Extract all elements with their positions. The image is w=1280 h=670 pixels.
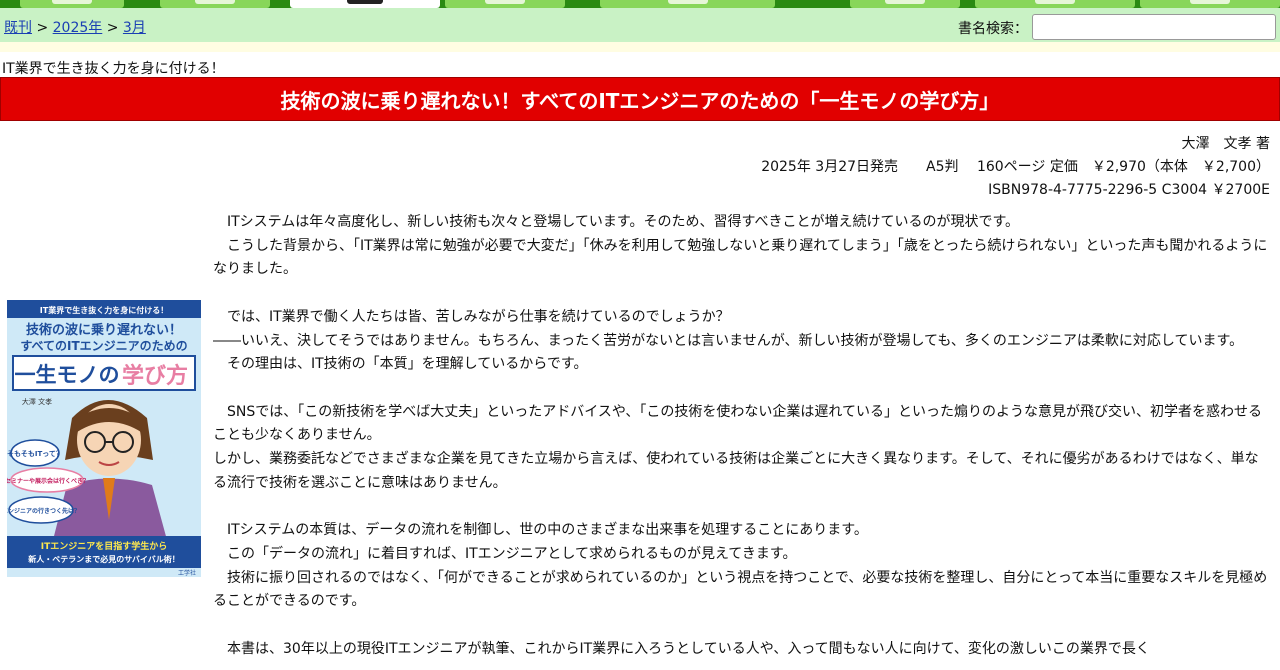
top-tab-bar	[0, 0, 1280, 8]
breadcrumb: 既刊 > 2025年 > 3月	[4, 17, 146, 37]
breadcrumb-separator: >	[32, 20, 53, 36]
sub-navigation-bar: 既刊 > 2025年 > 3月 書名検索：	[0, 8, 1280, 42]
cover-bubble3: エンジニアの行きつく先は？	[7, 507, 80, 515]
nav-tab[interactable]	[1140, 0, 1280, 8]
cover-author: 大澤 文孝	[22, 397, 52, 406]
description-paragraph: こうした背景から、「IT業界は常に勉強が必要で大変だ」「休みを利用して勉強しない…	[213, 237, 1268, 278]
description-paragraph: しかし、業務委託などでさまざまな企業を見てきた立場から言えば、使われている技術は…	[213, 451, 1259, 491]
nav-tab[interactable]	[600, 0, 775, 8]
book-tagline: IT業界で生き抜く力を身に付ける！	[2, 61, 225, 77]
description-blank-line	[213, 495, 1271, 519]
breadcrumb-link-year[interactable]: 2025年	[53, 20, 103, 36]
book-search-input[interactable]	[1032, 14, 1276, 40]
description-paragraph: その理由は、IT技術の「本質」を理解しているからです。	[213, 356, 588, 373]
breadcrumb-link-back-catalog[interactable]: 既刊	[4, 20, 32, 36]
breadcrumb-link-month[interactable]: 3月	[123, 20, 146, 36]
header-divider	[0, 42, 1280, 52]
nav-tab[interactable]	[160, 0, 270, 8]
description-paragraph: では、IT業界で働く人たちは皆、苦しみながら仕事を続けているのでしょうか？	[213, 308, 730, 325]
description-blank-line	[213, 377, 1271, 401]
book-publication-info: 2025年 3月27日発売 A5判 160ページ 定価 ￥2,970（本体 ￥2…	[761, 159, 1270, 175]
book-author: 大澤 文孝 著	[1181, 136, 1270, 152]
description-paragraph: 本書は、30年以上の現役ITエンジニアが執筆、これからIT業界に入ろうとしている…	[213, 640, 1150, 657]
cover-title-line2: すべてのITエンジニアのための	[20, 339, 187, 353]
book-title-banner: 技術の波に乗り遅れない！すべてのITエンジニアのための「一生モノの学び方」	[0, 77, 1280, 121]
nav-tab-active[interactable]	[290, 0, 440, 8]
cover-title-line1: 技術の波に乗り遅れない！	[26, 322, 182, 338]
description-paragraph: 技術に振り回されるのではなく、「何ができることが求められているのか」という視点を…	[213, 569, 1268, 610]
cover-publisher: 工学社	[178, 569, 196, 577]
cover-top-tag: IT業界で生き抜く力を身に付ける！	[40, 305, 168, 315]
book-description: ITシステムは年々高度化し、新しい技術も次々と登場しています。そのため、習得すべ…	[213, 211, 1271, 661]
cover-bubble1: そもそもITって？	[7, 450, 63, 458]
book-title: 技術の波に乗り遅れない！すべてのITエンジニアのための「一生モノの学び方」	[280, 88, 1000, 113]
description-blank-line	[213, 614, 1271, 638]
description-paragraph: ITシステムの本質は、データの流れを制御し、世の中のさまざまな出来事を処理するこ…	[213, 522, 868, 539]
description-paragraph: ――いいえ、決してそうではありません。もちろん、まったく苦労がないとは言いません…	[213, 332, 1244, 349]
nav-tab[interactable]	[20, 0, 124, 8]
cover-title-big1: 一生モノの	[15, 363, 120, 387]
nav-tab[interactable]	[445, 0, 565, 8]
search-label: 書名検索：	[958, 21, 1028, 37]
cover-bottom-line1: ITエンジニアを目指す学生から	[41, 540, 168, 552]
description-paragraph: この「データの流れ」に着目すれば、ITエンジニアとして求められるものが見えてきま…	[213, 545, 797, 562]
book-cover-image: IT業界で生き抜く力を身に付ける！ 技術の波に乗り遅れない！ すべてのITエンジ…	[2, 300, 201, 577]
cover-bottom-line2: 新人・ベテランまで必見のサバイバル術！	[28, 554, 180, 564]
breadcrumb-separator: >	[102, 20, 123, 36]
description-paragraph: SNSでは、「この新技術を学べば大丈夫」といったアドバイスや、「この技術を使わな…	[213, 403, 1262, 444]
book-isbn: ISBN978-4-7775-2296-5 C3004 ￥2700E	[988, 182, 1270, 198]
description-blank-line	[213, 282, 1271, 306]
nav-tab[interactable]	[850, 0, 960, 8]
nav-tab[interactable]	[975, 0, 1135, 8]
cover-bubble2: セミナーや展示会は行くべき？	[7, 477, 89, 485]
description-paragraph: ITシステムは年々高度化し、新しい技術も次々と登場しています。そのため、習得すべ…	[213, 214, 1020, 230]
cover-title-big2: 学び方	[122, 363, 188, 389]
